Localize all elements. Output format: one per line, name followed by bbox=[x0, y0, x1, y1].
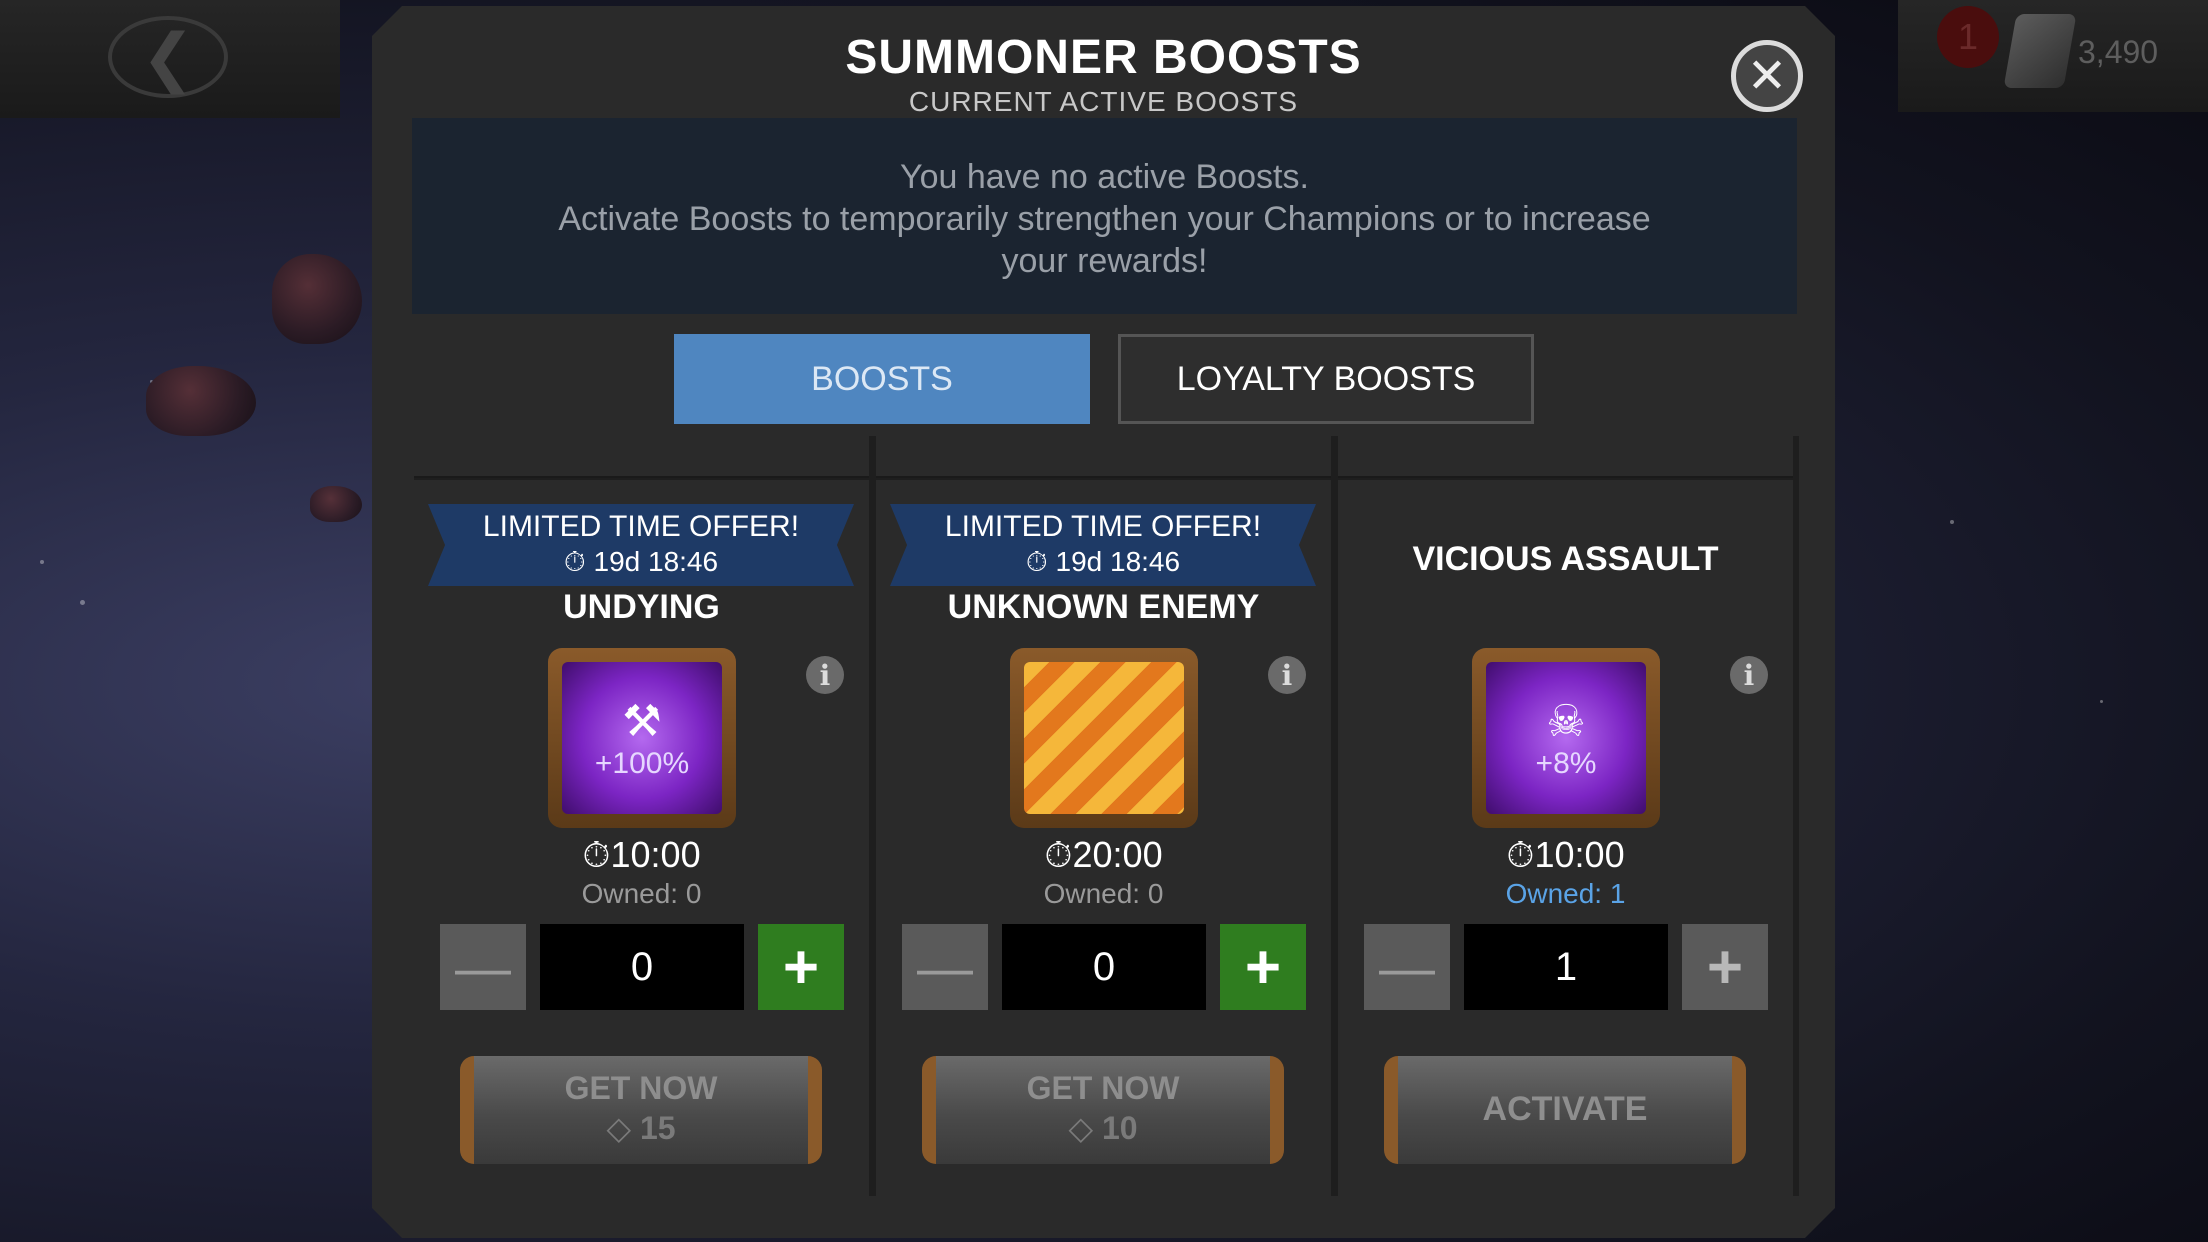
asteroid bbox=[146, 366, 256, 436]
offer-title: LIMITED TIME OFFER! bbox=[482, 510, 800, 543]
limited-offer-ribbon: LIMITED TIME OFFER! ⏱ 19d 18:46 bbox=[890, 504, 1316, 586]
offer-timer: 19d 18:46 bbox=[1055, 546, 1181, 577]
decrease-button[interactable]: — bbox=[1364, 924, 1450, 1010]
stopwatch-icon: ⏱ bbox=[582, 834, 611, 875]
star bbox=[40, 560, 44, 564]
info-line: You have no active Boosts. bbox=[900, 158, 1309, 196]
info-icon[interactable]: i bbox=[1268, 656, 1306, 694]
summoner-boosts-panel: SUMMONER BOOSTS CURRENT ACTIVE BOOSTS ✕ … bbox=[372, 6, 1835, 1238]
stopwatch-icon: ⏱ bbox=[563, 546, 586, 577]
back-arrow-icon: ❮ bbox=[141, 20, 195, 93]
back-button[interactable]: ❮ bbox=[108, 16, 228, 98]
info-icon[interactable]: i bbox=[1730, 656, 1768, 694]
tab-boosts[interactable]: BOOSTS bbox=[674, 334, 1090, 424]
boost-icon-frame[interactable] bbox=[1010, 648, 1198, 828]
quantity-value[interactable]: 0 bbox=[540, 924, 744, 1010]
boost-art bbox=[1024, 662, 1184, 814]
get-now-button[interactable]: GET NOW ◇ 15 bbox=[460, 1056, 822, 1164]
offer-timer: 19d 18:46 bbox=[593, 546, 719, 577]
owned-count: Owned: 0 bbox=[581, 878, 702, 909]
boost-name: UNKNOWN ENEMY bbox=[947, 588, 1260, 626]
quantity-value[interactable]: 0 bbox=[1002, 924, 1206, 1010]
action-label: ACTIVATE bbox=[1482, 1090, 1648, 1128]
previous-row-card bbox=[876, 436, 1331, 478]
stopwatch-icon: ⏱ bbox=[1025, 546, 1048, 577]
owned-count: Owned: 0 bbox=[1043, 878, 1164, 909]
previous-row-card bbox=[414, 436, 869, 478]
star bbox=[80, 600, 85, 605]
increase-button[interactable]: + bbox=[1682, 924, 1768, 1010]
asteroid bbox=[272, 254, 362, 344]
boost-duration: 20:00 bbox=[1072, 834, 1163, 875]
close-button[interactable]: ✕ bbox=[1731, 40, 1803, 112]
increase-button[interactable]: + bbox=[1220, 924, 1306, 1010]
boost-duration: 10:00 bbox=[610, 834, 701, 875]
boost-card-undying: LIMITED TIME OFFER! ⏱ 19d 18:46 UNDYING … bbox=[414, 480, 869, 1196]
asteroid bbox=[310, 486, 362, 522]
unit-currency-icon: ◇ bbox=[606, 1110, 632, 1146]
quantity-stepper: — 0 + bbox=[902, 924, 1306, 1010]
action-cost: 10 bbox=[1101, 1110, 1138, 1146]
unit-currency-icon: ◇ bbox=[1068, 1110, 1094, 1146]
action-cost: 15 bbox=[639, 1110, 676, 1146]
unit-count: 3,490 bbox=[2078, 34, 2159, 70]
top-bar-left: ❮ bbox=[0, 0, 340, 118]
boost-card-vicious-assault: VICIOUS ASSAULT ☠ +8% i ⏱10:00 Owned: 1 … bbox=[1338, 480, 1793, 1196]
boost-card-unknown-enemy: LIMITED TIME OFFER! ⏱ 19d 18:46 UNKNOWN … bbox=[876, 480, 1331, 1196]
boost-name: VICIOUS ASSAULT bbox=[1412, 540, 1719, 578]
stopwatch-icon: ⏱ bbox=[1506, 834, 1535, 875]
info-icon[interactable]: i bbox=[806, 656, 844, 694]
panel-subtitle: CURRENT ACTIVE BOOSTS bbox=[908, 86, 1299, 117]
quantity-stepper: — 0 + bbox=[440, 924, 844, 1010]
boost-art-text: +8% bbox=[1535, 746, 1597, 780]
tab-loyalty-boosts[interactable]: LOYALTY BOOSTS bbox=[1118, 334, 1534, 424]
offer-title: LIMITED TIME OFFER! bbox=[944, 510, 1262, 543]
decrease-button[interactable]: — bbox=[440, 924, 526, 1010]
panel-title: SUMMONER BOOSTS bbox=[845, 31, 1362, 84]
skull-icon: ☠ bbox=[1546, 696, 1586, 746]
hammer-icon: ⚒ bbox=[622, 696, 662, 746]
action-label: GET NOW bbox=[564, 1070, 718, 1106]
decrease-button[interactable]: — bbox=[902, 924, 988, 1010]
owned-count: Owned: 1 bbox=[1505, 878, 1626, 909]
active-boosts-info: You have no active Boosts. Activate Boos… bbox=[412, 118, 1797, 314]
get-now-button[interactable]: GET NOW ◇ 10 bbox=[922, 1056, 1284, 1164]
boost-art-text: +100% bbox=[594, 746, 690, 780]
boost-art: ☠ +8% bbox=[1486, 662, 1646, 814]
boost-icon-frame[interactable]: ⚒ +100% bbox=[548, 648, 736, 828]
notification-badge[interactable]: 1 bbox=[1937, 6, 1999, 68]
previous-row-card bbox=[1338, 436, 1793, 478]
close-icon: ✕ bbox=[1746, 50, 1788, 103]
stopwatch-icon: ⏱ bbox=[1044, 834, 1073, 875]
boost-name: UNDYING bbox=[563, 588, 720, 626]
boost-duration: 10:00 bbox=[1534, 834, 1625, 875]
star bbox=[2100, 700, 2103, 703]
quantity-value[interactable]: 1 bbox=[1464, 924, 1668, 1010]
limited-offer-ribbon: LIMITED TIME OFFER! ⏱ 19d 18:46 bbox=[428, 504, 854, 586]
info-line: your rewards! bbox=[1001, 242, 1208, 280]
quantity-stepper: — 1 + bbox=[1364, 924, 1768, 1010]
boost-list[interactable]: LIMITED TIME OFFER! ⏱ 19d 18:46 UNDYING … bbox=[414, 436, 1799, 1196]
boost-art: ⚒ +100% bbox=[562, 662, 722, 814]
info-line: Activate Boosts to temporarily strengthe… bbox=[558, 200, 1651, 238]
activate-button[interactable]: ACTIVATE bbox=[1384, 1056, 1746, 1164]
boost-icon-frame[interactable]: ☠ +8% bbox=[1472, 648, 1660, 828]
action-label: GET NOW bbox=[1026, 1070, 1180, 1106]
increase-button[interactable]: + bbox=[758, 924, 844, 1010]
star bbox=[1950, 520, 1954, 524]
